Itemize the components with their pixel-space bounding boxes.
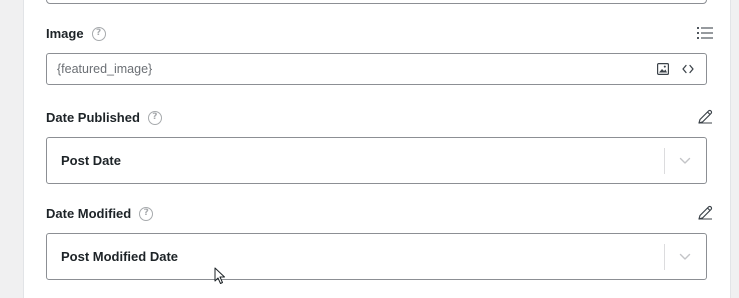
image-input[interactable] [57,62,637,76]
date-published-select[interactable]: Post Date [46,137,707,184]
mouse-cursor-icon [214,267,226,290]
chevron-down-icon[interactable] [676,248,694,266]
previous-field[interactable] [46,0,707,4]
date-modified-label: Date Modified [46,206,132,221]
date-modified-value: Post Modified Date [61,249,179,264]
image-label-row: Image ? [46,26,106,41]
image-label: Image [46,26,84,41]
date-modified-label-row: Date Modified ? [46,206,154,221]
date-published-label-row: Date Published ? [46,110,162,125]
code-icon[interactable] [679,60,697,78]
settings-panel: Image ? Date Published ? [23,0,731,298]
help-icon[interactable]: ? [91,26,106,41]
date-published-label: Date Published [46,110,140,125]
chevron-down-icon[interactable] [676,152,694,170]
date-published-value: Post Date [61,153,121,168]
select-divider [664,148,665,174]
date-modified-select[interactable]: Post Modified Date [46,233,707,280]
select-divider [664,244,665,270]
help-icon[interactable]: ? [147,110,162,125]
image-input-wrapper [46,53,707,85]
help-icon[interactable]: ? [139,206,154,221]
pencil-icon[interactable] [696,108,714,126]
list-icon[interactable] [696,24,714,42]
pencil-icon[interactable] [696,204,714,222]
image-icon[interactable] [654,60,672,78]
